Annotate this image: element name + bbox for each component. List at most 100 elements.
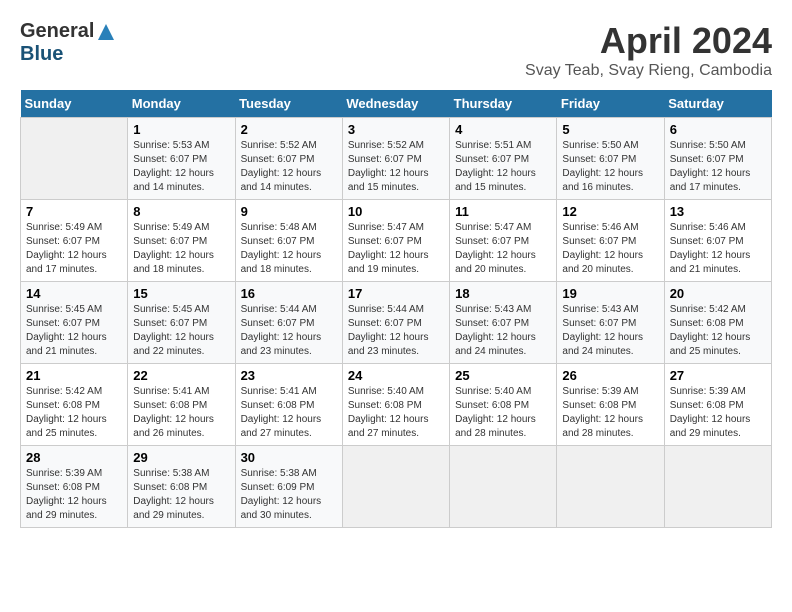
day-number: 2: [241, 122, 337, 137]
logo: General Blue: [20, 20, 116, 66]
month-year-title: April 2024: [525, 20, 772, 62]
calendar-cell: 1 Sunrise: 5:53 AMSunset: 6:07 PMDaylight…: [128, 118, 235, 200]
calendar-cell: 16 Sunrise: 5:44 AMSunset: 6:07 PMDayligh…: [235, 282, 342, 364]
calendar-cell: 14 Sunrise: 5:45 AMSunset: 6:07 PMDayligh…: [21, 282, 128, 364]
day-number: 24: [348, 368, 444, 383]
calendar-table: SundayMondayTuesdayWednesdayThursdayFrid…: [20, 90, 772, 528]
day-number: 25: [455, 368, 551, 383]
header-friday: Friday: [557, 90, 664, 118]
day-info: Sunrise: 5:46 AMSunset: 6:07 PMDaylight:…: [670, 221, 766, 277]
calendar-cell: 9Sunrise: 5:48 AMSunset: 6:07 PMDaylight…: [235, 200, 342, 282]
logo-icon: [96, 22, 116, 42]
calendar-cell: 15 Sunrise: 5:45 AMSunset: 6:07 PMDayligh…: [128, 282, 235, 364]
header-thursday: Thursday: [450, 90, 557, 118]
header-wednesday: Wednesday: [342, 90, 449, 118]
calendar-week-row: 28 Sunrise: 5:39 AMSunset: 6:08 PMDayligh…: [21, 446, 772, 528]
day-number: 12: [562, 204, 658, 219]
day-info: Sunrise: 5:39 AMSunset: 6:08 PMDaylight:…: [26, 467, 122, 523]
location-subtitle: Svay Teab, Svay Rieng, Cambodia: [525, 62, 772, 80]
calendar-cell: 30 Sunrise: 5:38 AMSunset: 6:09 PMDayligh…: [235, 446, 342, 528]
day-number: 28: [26, 450, 122, 465]
day-info: Sunrise: 5:48 AMSunset: 6:07 PMDaylight:…: [241, 221, 337, 277]
day-number: 18: [455, 286, 551, 301]
day-info: Sunrise: 5:45 AMSunset: 6:07 PMDaylight:…: [26, 303, 122, 359]
day-number: 21: [26, 368, 122, 383]
calendar-cell: 21 Sunrise: 5:42 AMSunset: 6:08 PMDayligh…: [21, 364, 128, 446]
day-info: Sunrise: 5:43 AMSunset: 6:07 PMDaylight:…: [455, 303, 551, 359]
day-info: Sunrise: 5:53 AMSunset: 6:07 PMDaylight:…: [133, 139, 229, 195]
day-number: 1: [133, 122, 229, 137]
day-info: Sunrise: 5:44 AMSunset: 6:07 PMDaylight:…: [348, 303, 444, 359]
calendar-cell: 27Sunrise: 5:39 AMSunset: 6:08 PMDayligh…: [664, 364, 771, 446]
calendar-cell: [664, 446, 771, 528]
calendar-cell: 8 Sunrise: 5:49 AMSunset: 6:07 PMDaylight…: [128, 200, 235, 282]
day-number: 10: [348, 204, 444, 219]
calendar-cell: 26 Sunrise: 5:39 AMSunset: 6:08 PMDayligh…: [557, 364, 664, 446]
day-info: Sunrise: 5:52 AMSunset: 6:07 PMDaylight:…: [241, 139, 337, 195]
calendar-cell: [342, 446, 449, 528]
day-info: Sunrise: 5:41 AMSunset: 6:08 PMDaylight:…: [133, 385, 229, 441]
day-info: Sunrise: 5:41 AMSunset: 6:08 PMDaylight:…: [241, 385, 337, 441]
day-number: 30: [241, 450, 337, 465]
calendar-cell: 4 Sunrise: 5:51 AMSunset: 6:07 PMDaylight…: [450, 118, 557, 200]
day-info: Sunrise: 5:42 AMSunset: 6:08 PMDaylight:…: [26, 385, 122, 441]
calendar-cell: 5 Sunrise: 5:50 AMSunset: 6:07 PMDaylight…: [557, 118, 664, 200]
logo-general-text: General: [20, 20, 94, 43]
day-number: 19: [562, 286, 658, 301]
day-number: 8: [133, 204, 229, 219]
day-number: 16: [241, 286, 337, 301]
day-info: Sunrise: 5:52 AMSunset: 6:07 PMDaylight:…: [348, 139, 444, 195]
calendar-cell: [21, 118, 128, 200]
page-header: General Blue April 2024 Svay Teab, Svay …: [20, 20, 772, 80]
day-number: 5: [562, 122, 658, 137]
day-number: 6: [670, 122, 766, 137]
day-info: Sunrise: 5:50 AMSunset: 6:07 PMDaylight:…: [562, 139, 658, 195]
day-number: 4: [455, 122, 551, 137]
day-info: Sunrise: 5:39 AMSunset: 6:08 PMDaylight:…: [670, 385, 766, 441]
day-number: 29: [133, 450, 229, 465]
calendar-cell: 23 Sunrise: 5:41 AMSunset: 6:08 PMDayligh…: [235, 364, 342, 446]
day-info: Sunrise: 5:46 AMSunset: 6:07 PMDaylight:…: [562, 221, 658, 277]
calendar-cell: 20 Sunrise: 5:42 AMSunset: 6:08 PMDayligh…: [664, 282, 771, 364]
calendar-cell: 24 Sunrise: 5:40 AMSunset: 6:08 PMDayligh…: [342, 364, 449, 446]
day-number: 14: [26, 286, 122, 301]
calendar-header-row: SundayMondayTuesdayWednesdayThursdayFrid…: [21, 90, 772, 118]
day-info: Sunrise: 5:42 AMSunset: 6:08 PMDaylight:…: [670, 303, 766, 359]
calendar-cell: 18 Sunrise: 5:43 AMSunset: 6:07 PMDayligh…: [450, 282, 557, 364]
day-info: Sunrise: 5:47 AMSunset: 6:07 PMDaylight:…: [348, 221, 444, 277]
day-number: 15: [133, 286, 229, 301]
day-info: Sunrise: 5:44 AMSunset: 6:07 PMDaylight:…: [241, 303, 337, 359]
day-info: Sunrise: 5:39 AMSunset: 6:08 PMDaylight:…: [562, 385, 658, 441]
calendar-cell: 6Sunrise: 5:50 AMSunset: 6:07 PMDaylight…: [664, 118, 771, 200]
header-tuesday: Tuesday: [235, 90, 342, 118]
header-monday: Monday: [128, 90, 235, 118]
calendar-cell: 10 Sunrise: 5:47 AMSunset: 6:07 PMDayligh…: [342, 200, 449, 282]
day-info: Sunrise: 5:45 AMSunset: 6:07 PMDaylight:…: [133, 303, 229, 359]
day-info: Sunrise: 5:40 AMSunset: 6:08 PMDaylight:…: [455, 385, 551, 441]
calendar-cell: 12 Sunrise: 5:46 AMSunset: 6:07 PMDayligh…: [557, 200, 664, 282]
day-number: 3: [348, 122, 444, 137]
day-info: Sunrise: 5:49 AMSunset: 6:07 PMDaylight:…: [133, 221, 229, 277]
calendar-week-row: 14 Sunrise: 5:45 AMSunset: 6:07 PMDayligh…: [21, 282, 772, 364]
calendar-cell: 22Sunrise: 5:41 AMSunset: 6:08 PMDayligh…: [128, 364, 235, 446]
calendar-week-row: 7 Sunrise: 5:49 AMSunset: 6:07 PMDaylight…: [21, 200, 772, 282]
day-number: 26: [562, 368, 658, 383]
calendar-week-row: 1 Sunrise: 5:53 AMSunset: 6:07 PMDaylight…: [21, 118, 772, 200]
day-info: Sunrise: 5:51 AMSunset: 6:07 PMDaylight:…: [455, 139, 551, 195]
day-info: Sunrise: 5:49 AMSunset: 6:07 PMDaylight:…: [26, 221, 122, 277]
calendar-cell: 11 Sunrise: 5:47 AMSunset: 6:07 PMDayligh…: [450, 200, 557, 282]
day-info: Sunrise: 5:40 AMSunset: 6:08 PMDaylight:…: [348, 385, 444, 441]
day-info: Sunrise: 5:47 AMSunset: 6:07 PMDaylight:…: [455, 221, 551, 277]
day-number: 20: [670, 286, 766, 301]
day-number: 7: [26, 204, 122, 219]
calendar-cell: 28 Sunrise: 5:39 AMSunset: 6:08 PMDayligh…: [21, 446, 128, 528]
calendar-cell: 7 Sunrise: 5:49 AMSunset: 6:07 PMDaylight…: [21, 200, 128, 282]
title-section: April 2024 Svay Teab, Svay Rieng, Cambod…: [525, 20, 772, 80]
day-number: 11: [455, 204, 551, 219]
calendar-cell: [557, 446, 664, 528]
day-info: Sunrise: 5:38 AMSunset: 6:08 PMDaylight:…: [133, 467, 229, 523]
logo-blue-text: Blue: [20, 43, 63, 65]
day-number: 23: [241, 368, 337, 383]
day-info: Sunrise: 5:38 AMSunset: 6:09 PMDaylight:…: [241, 467, 337, 523]
calendar-cell: 19Sunrise: 5:43 AMSunset: 6:07 PMDayligh…: [557, 282, 664, 364]
